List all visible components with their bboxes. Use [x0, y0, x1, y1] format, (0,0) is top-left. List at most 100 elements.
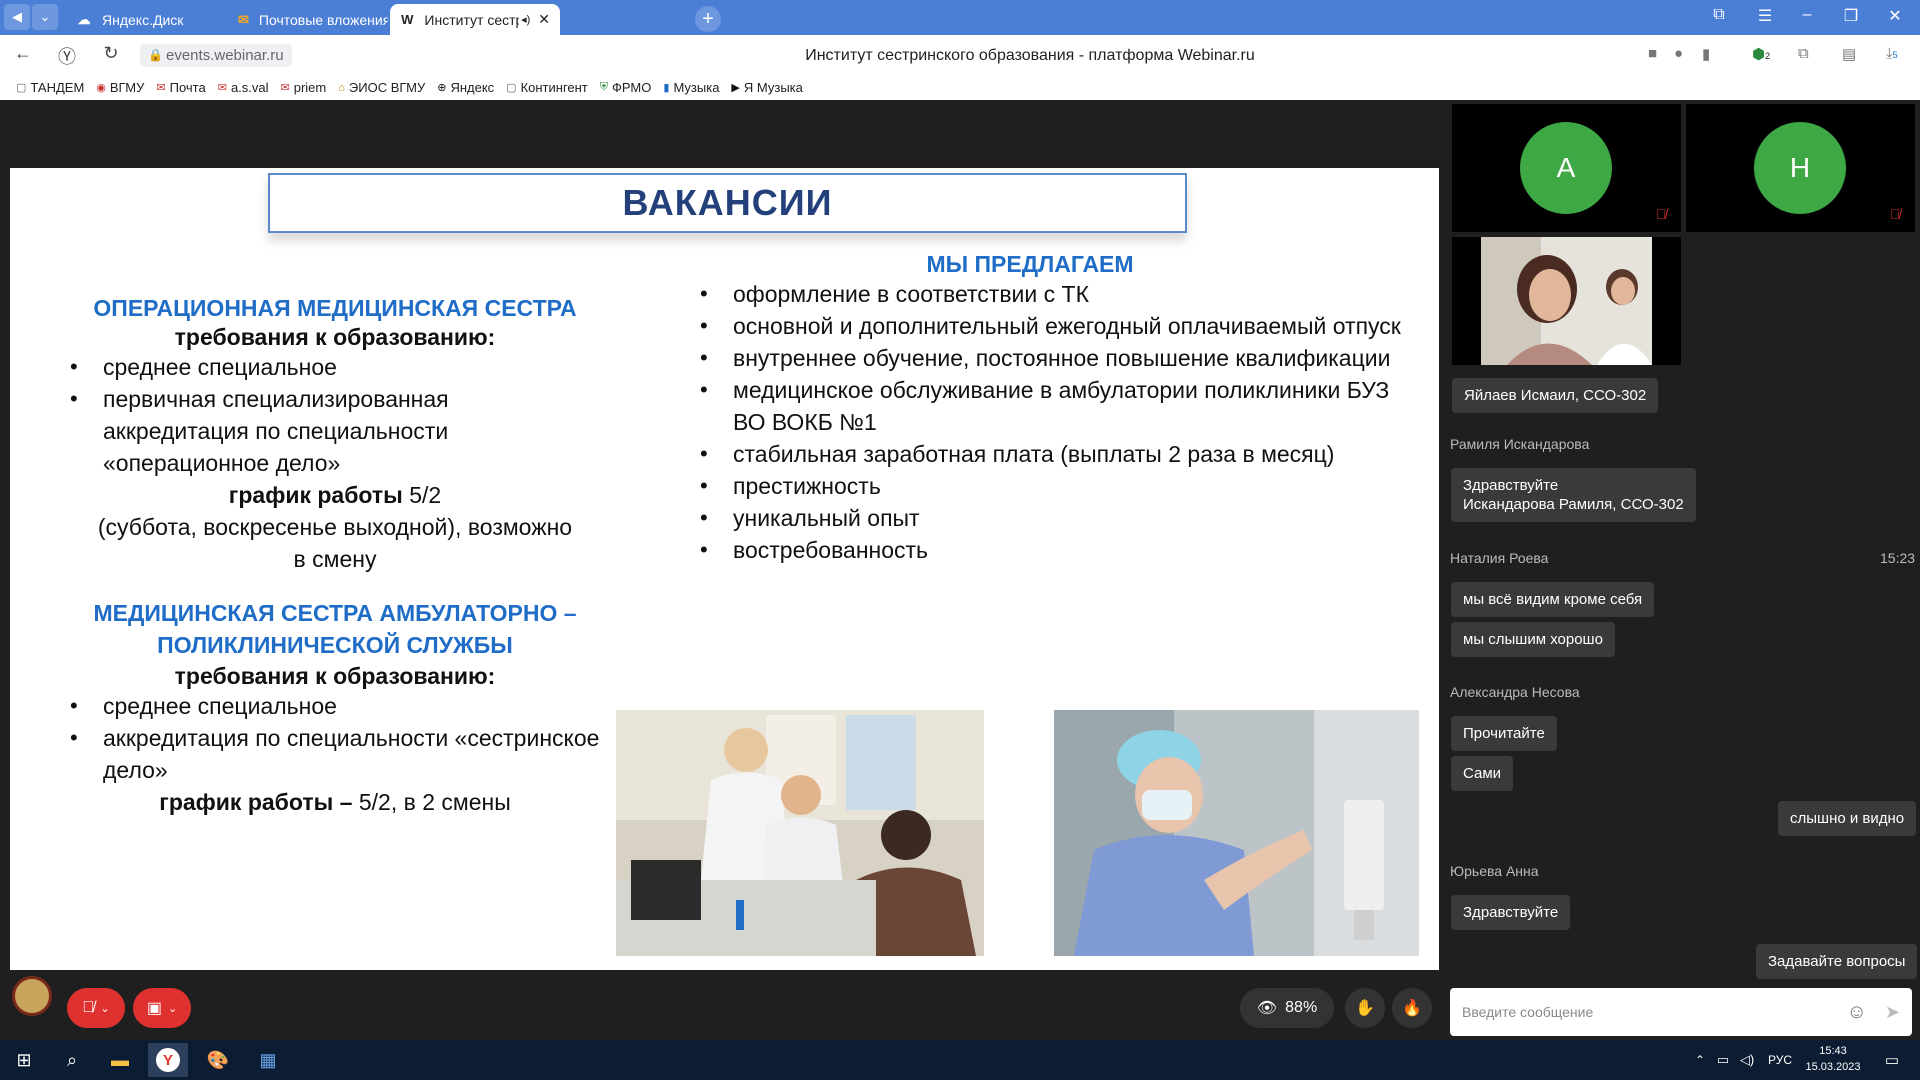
bookmark-label: ФРМО [612, 80, 652, 95]
sidebar-icon[interactable]: ▤ [1842, 45, 1856, 63]
bookmark-label: Яндекс [450, 80, 495, 95]
download-icon[interactable]: ⤓5 [1886, 45, 1898, 62]
tab-yandex-disk[interactable]: ☁ Яндекс.Диск [66, 4, 226, 35]
paint-icon[interactable]: 🎨 [198, 1043, 238, 1077]
mic-off-icon: 🎙̸ [1890, 206, 1901, 222]
download-badge: 5 [1892, 50, 1898, 60]
bookmark-item[interactable]: ⊕ Яндекс [437, 80, 494, 95]
tabs-dropdown-button[interactable]: ⌄ [32, 4, 58, 30]
schedule-label: график работы – [159, 789, 353, 815]
volume-icon[interactable]: ◁) [1736, 1043, 1758, 1077]
bookmark-item[interactable]: ✉ priem [281, 80, 327, 95]
viewers-indicator[interactable]: 👁 88% [1240, 988, 1334, 1028]
chat-input[interactable]: Введите сообщение ☺ ➤ [1450, 988, 1912, 1036]
flame-icon: 🔥 [1402, 1000, 1422, 1017]
play-icon: ▶ [731, 82, 740, 94]
bookmark-item[interactable]: ✉ a.s.val [218, 80, 269, 95]
meeting-controls [0, 975, 1440, 1040]
slide-title: ВАКАНСИИ [622, 182, 833, 223]
list-item: аккредитация по специальности «сестринск… [70, 722, 600, 786]
job2-requirements-list: среднее специальное аккредитация по спец… [70, 690, 600, 786]
restore-icon[interactable]: ❐ [1836, 6, 1866, 26]
viewers-percent: 88% [1285, 999, 1318, 1016]
notifications-icon[interactable]: ▭ [1872, 1043, 1912, 1077]
list-item: оформление в соответствии с ТК [700, 278, 1420, 310]
participant-tile[interactable]: Н 🎙̸ [1686, 104, 1915, 232]
network-icon[interactable]: ▭ [1712, 1043, 1734, 1077]
search-icon[interactable]: ⌕ [52, 1043, 92, 1077]
emoji-icon[interactable]: ☺ [1846, 1001, 1866, 1024]
bookmark-item[interactable]: ▢ ТАНДЕМ [16, 80, 84, 95]
chevron-up-icon[interactable]: ⌃ [1690, 1043, 1710, 1077]
mic-off-icon: 🎙̸ [82, 999, 95, 1016]
tab-mail-attachments[interactable]: ✉ Почтовые вложения / Об [228, 4, 388, 35]
url-text: events.webinar.ru [166, 47, 284, 64]
bookmark-icon[interactable]: ▮ [1702, 45, 1710, 63]
yandex-browser-icon[interactable]: Y [148, 1043, 188, 1077]
bookmark-item[interactable]: ◉ ВГМУ [96, 80, 144, 95]
send-icon[interactable]: ➤ [1885, 1002, 1900, 1023]
chat-message: мы слышим хорошо [1451, 622, 1615, 657]
yandex-icon[interactable]: Ⓨ [54, 43, 80, 69]
bookmark-item[interactable]: ⌂ ЭИОС ВГМУ [338, 80, 425, 95]
chat-author: Юрьева Анна [1450, 863, 1539, 879]
list-item: медицинское обслуживание в амбулатории п… [700, 374, 1420, 438]
new-tab-button[interactable]: + [695, 6, 721, 32]
clock-date: 15.03.2023 [1805, 1061, 1861, 1073]
reaction-button[interactable]: 🔥 [1392, 988, 1432, 1028]
language-indicator[interactable]: РУС [1762, 1043, 1798, 1077]
schedule-value: 5/2, в 2 смены [352, 789, 511, 815]
calculator-icon[interactable]: ▦ [248, 1043, 288, 1077]
file-explorer-icon[interactable]: ▬ [100, 1043, 140, 1077]
chat-message: мы всё видим кроме себя [1451, 582, 1655, 617]
plus-icon: + [702, 7, 714, 30]
list-item: востребованность [700, 534, 1420, 566]
chevron-down-icon: ⌄ [100, 1002, 110, 1015]
microphone-icon[interactable]: ● [1674, 45, 1683, 62]
job2-title: МЕДИЦИНСКАЯ СЕСТРА АМБУЛАТОРНО – ПОЛИКЛИ… [93, 600, 577, 658]
webinar-icon: W [401, 12, 414, 27]
presentation-slide: ВАКАНСИИ ОПЕРАЦИОННАЯ МЕДИЦИНСКАЯ СЕСТРА… [10, 168, 1439, 970]
clock[interactable]: 15:43 15.03.2023 [1802, 1043, 1864, 1075]
speaker-name-label: Яйлаев Исмаил, ССО-302 [1452, 378, 1659, 413]
bookmark-item[interactable]: ▮ Музыка [663, 80, 719, 95]
close-icon[interactable]: ✕ [538, 11, 550, 28]
chat-message-own: Задавайте вопросы [1756, 944, 1918, 979]
camera-off-icon: ▣ [146, 1000, 162, 1017]
avatar: А [1520, 122, 1612, 214]
bookmark-item[interactable]: ▶ Я Музыка [731, 80, 802, 95]
clock-time: 15:43 [1819, 1045, 1847, 1057]
shield-icon[interactable]: ⬢2 [1752, 45, 1770, 63]
chevron-down-icon: ⌄ [39, 9, 51, 24]
participant-tile[interactable]: А 🎙̸ [1452, 104, 1681, 232]
camera-toggle[interactable]: ▣ ⌄ [133, 988, 191, 1028]
microphone-toggle[interactable]: 🎙̸ ⌄ [67, 988, 125, 1028]
mail-icon: ✉ [238, 11, 249, 27]
address-bar[interactable]: 🔒 events.webinar.ru [140, 44, 292, 67]
schedule-label: график работы [228, 482, 403, 508]
bookmark-item[interactable]: ▢ Контингент [506, 80, 588, 95]
list-item: среднее специальное [70, 351, 600, 383]
bookmark-item[interactable]: ⛨ ФРМО [600, 80, 652, 95]
extensions-icon[interactable]: ⧉ [1798, 45, 1809, 62]
windows-taskbar [0, 1040, 1920, 1080]
speaker-video[interactable] [1452, 237, 1681, 365]
yandex-disk-icon: ☁ [77, 11, 91, 27]
bookmark-item[interactable]: ✉ Почта [156, 80, 205, 95]
tab-webinar[interactable]: W Институт сестринск ◂) ✕ [390, 4, 560, 35]
window-menu-button[interactable]: ◀ [4, 4, 30, 30]
menu-icon[interactable]: ☰ [1750, 6, 1780, 26]
collections-icon[interactable]: ⧉ [1704, 6, 1734, 24]
minimize-icon[interactable]: – [1792, 6, 1822, 24]
emblem-icon: ◉ [96, 82, 106, 94]
windows-start-icon[interactable]: ⊞ [4, 1043, 44, 1077]
organization-logo [12, 976, 52, 1016]
speaker-icon[interactable]: ◂) [521, 13, 530, 26]
chat-message: Здравствуйте Искандарова Рамиля, ССО-302 [1451, 468, 1696, 522]
back-icon[interactable]: ← [10, 43, 36, 64]
reload-icon[interactable]: ↻ [98, 43, 124, 64]
raise-hand-button[interactable]: ✋ [1345, 988, 1385, 1028]
camera-icon[interactable]: ■ [1648, 45, 1657, 62]
close-window-icon[interactable]: ✕ [1880, 6, 1910, 26]
bookmark-label: ВГМУ [109, 80, 145, 95]
